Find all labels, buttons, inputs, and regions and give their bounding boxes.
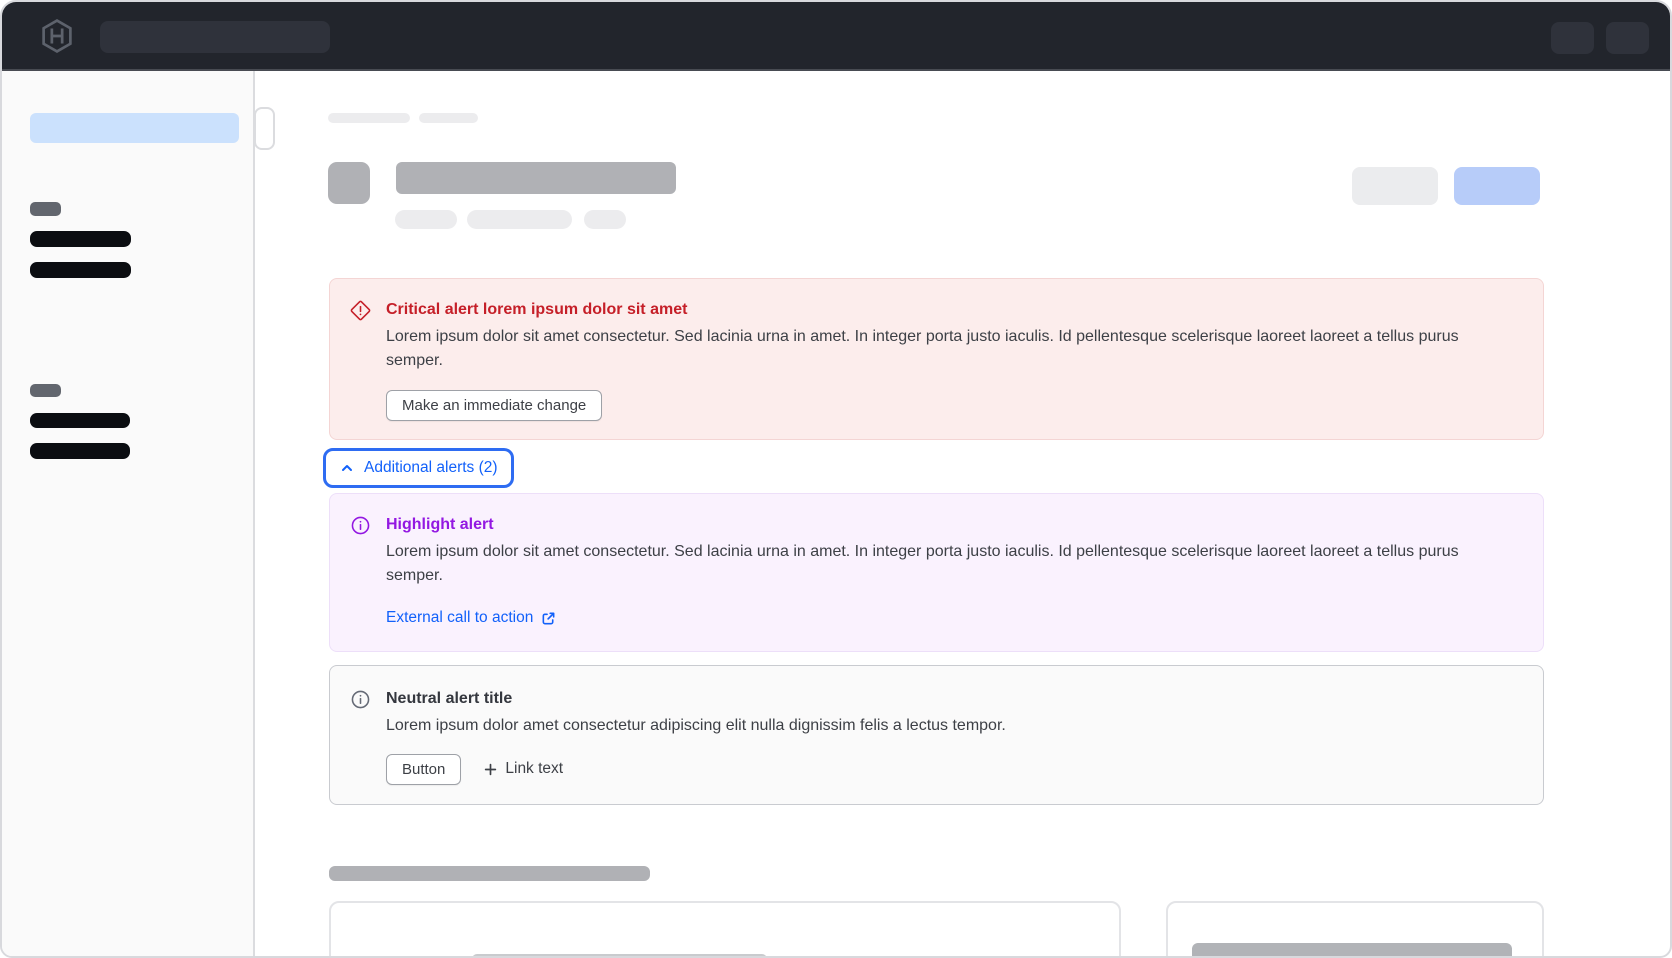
highlight-alert-title: Highlight alert — [386, 514, 1519, 536]
external-cta-label: External call to action — [386, 607, 533, 629]
card-content-skeleton — [472, 954, 767, 958]
neutral-alert-description: Lorem ipsum dolor amet consectetur adipi… — [386, 714, 1519, 738]
page-meta-skeleton — [467, 210, 572, 229]
sidebar-item-skeleton — [30, 262, 131, 278]
info-circle-icon — [350, 689, 371, 710]
additional-alerts-focus-ring: Additional alerts (2) — [323, 448, 514, 488]
page-meta-skeleton — [584, 210, 626, 229]
sidebar-item-skeleton — [30, 231, 131, 247]
external-call-to-action-link[interactable]: External call to action — [386, 607, 556, 629]
external-link-icon — [541, 611, 556, 626]
neutral-link-label: Link text — [505, 760, 563, 778]
highlight-alert-banner: Highlight alert Lorem ipsum dolor sit am… — [329, 493, 1544, 652]
critical-alert-banner: Critical alert lorem ipsum dolor sit ame… — [329, 278, 1544, 440]
card-content-skeleton — [1192, 943, 1512, 958]
alert-diamond-icon — [350, 300, 371, 321]
page-icon-skeleton — [328, 162, 370, 204]
neutral-alert-title: Neutral alert title — [386, 688, 1519, 710]
page-title-skeleton — [396, 162, 676, 194]
sidebar-group-label-skeleton — [30, 384, 61, 397]
sidebar-group-label-skeleton — [30, 202, 61, 216]
page-meta-skeleton — [395, 210, 457, 229]
plus-icon — [483, 762, 498, 777]
sidebar-item-skeleton — [30, 413, 130, 428]
immediate-change-button[interactable]: Make an immediate change — [386, 390, 602, 421]
app-window: Critical alert lorem ipsum dolor sit ame… — [0, 0, 1672, 958]
sidebar-item-selected-skeleton[interactable] — [30, 113, 239, 143]
sidebar-collapse-handle[interactable] — [254, 107, 275, 150]
critical-alert-title: Critical alert lorem ipsum dolor sit ame… — [386, 299, 1519, 321]
critical-alert-description: Lorem ipsum dolor sit amet consectetur. … — [386, 325, 1519, 372]
top-nav-bar — [2, 2, 1670, 71]
sidebar-item-skeleton — [30, 443, 130, 459]
topbar-action-button-1[interactable] — [1551, 22, 1594, 54]
topbar-action-button-2[interactable] — [1606, 22, 1649, 54]
sidebar — [2, 71, 255, 956]
chevron-up-icon — [339, 460, 355, 476]
content-card-skeleton — [329, 901, 1121, 958]
breadcrumb-skeleton — [328, 113, 410, 123]
additional-alerts-toggle[interactable]: Additional alerts (2) — [328, 453, 509, 483]
hashicorp-logo-icon — [38, 17, 76, 55]
highlight-alert-description: Lorem ipsum dolor sit amet consectetur. … — [386, 540, 1519, 587]
info-circle-icon — [350, 515, 371, 536]
neutral-alert-banner: Neutral alert title Lorem ipsum dolor am… — [329, 665, 1544, 805]
search-input[interactable] — [100, 21, 330, 53]
additional-alerts-label: Additional alerts (2) — [364, 457, 498, 479]
neutral-alert-button[interactable]: Button — [386, 754, 461, 785]
primary-action-button-skeleton[interactable] — [1454, 167, 1540, 205]
neutral-alert-link[interactable]: Link text — [483, 760, 563, 778]
breadcrumb-skeleton — [419, 113, 478, 123]
secondary-action-button-skeleton[interactable] — [1352, 167, 1438, 205]
section-title-skeleton — [329, 866, 650, 881]
